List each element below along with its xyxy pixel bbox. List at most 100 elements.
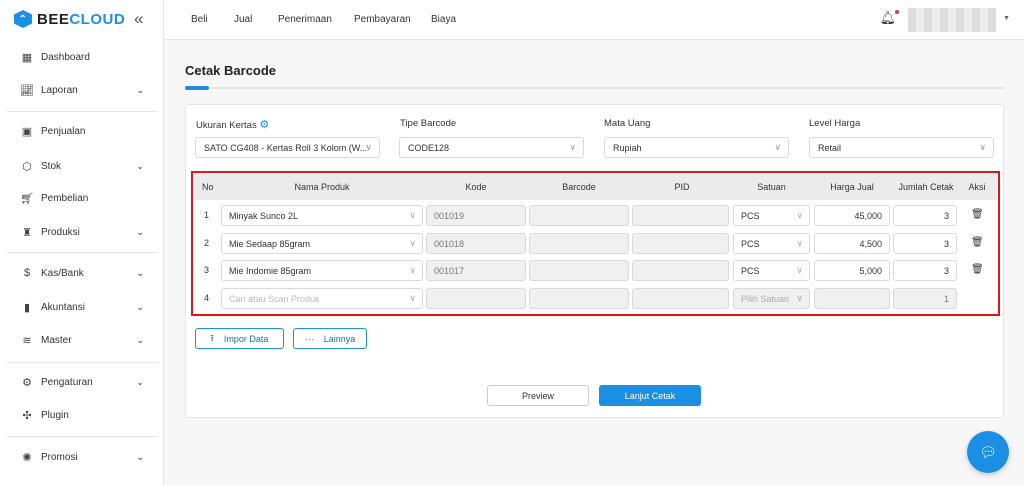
sidebar-item-pengaturan[interactable]: ⚙ Pengaturan ⌄ [0, 370, 164, 394]
preview-button[interactable]: Preview [487, 385, 589, 406]
more-label: Lainnya [323, 333, 356, 344]
grid-icon: ▦ [21, 51, 33, 64]
topnav-pembayaran[interactable]: Pembayaran [354, 14, 411, 25]
sidebar-item-laporan[interactable]: 📈︎ Laporan ⌄ [0, 78, 164, 102]
price-input[interactable]: 4,500 [814, 233, 890, 254]
unit-select[interactable]: PCS ∨ [733, 260, 810, 281]
paper-size-select[interactable]: SATO CG408 - Kertas Roll 3 Kolom (W... ∨ [195, 137, 380, 158]
row-number: 2 [204, 238, 210, 248]
chevron-down-icon: ⌄ [136, 334, 144, 345]
print-qty-input[interactable]: 3 [893, 205, 957, 226]
product-select[interactable]: Mie Sedaap 85gram ∨ [221, 233, 423, 254]
topnav-beli[interactable]: Beli [191, 14, 208, 25]
barcode-type-select[interactable]: CODE128 ∨ [399, 137, 584, 158]
gear-icon: ⚙ [22, 376, 32, 389]
chevron-down-icon: ∨ [796, 293, 803, 303]
logo[interactable]: ⌃ BEE CLOUD [14, 10, 125, 28]
chevron-down-icon: ∨ [409, 238, 416, 248]
sidebar-item-stok[interactable]: ⬡ Stok ⌄ [0, 154, 164, 178]
database-icon: ≋ [22, 334, 32, 347]
th-barcode: Barcode [562, 182, 596, 192]
sidebar-item-label: Master [41, 334, 72, 346]
sidebar-item-promosi[interactable]: ✺ Promosi ⌄ [0, 445, 164, 469]
more-button[interactable]: ··· Lainnya [293, 328, 367, 349]
ellipsis-icon: ··· [304, 333, 314, 344]
shopping-bag-icon: ▣ [21, 125, 33, 138]
qty-value: 3 [943, 210, 949, 221]
sidebar-item-plugin[interactable]: ✣ Plugin [0, 403, 164, 427]
chevron-down-icon: ⌄ [136, 267, 144, 278]
barcode-field [529, 260, 629, 281]
sidebar-item-kasbank[interactable]: $ Kas/Bank ⌄ [0, 261, 164, 285]
import-data-button[interactable]: ⭱ Impor Data [195, 328, 284, 349]
sidebar-item-akuntansi[interactable]: ▮ Akuntansi ⌄ [0, 295, 164, 319]
trash-icon[interactable]: 🗑︎ [971, 264, 984, 275]
chevron-down-icon: ∨ [979, 142, 986, 152]
upload-icon: ⭱ [210, 332, 214, 343]
chevron-down-icon[interactable]: ▼ [1003, 15, 1010, 22]
sidebar-item-dashboard[interactable]: ▦ Dashboard [0, 45, 164, 69]
chevron-down-icon: ⌄ [136, 226, 144, 237]
price-level-select[interactable]: Retail ∨ [809, 137, 994, 158]
currency-select[interactable]: Rupiah ∨ [604, 137, 789, 158]
unit-select[interactable]: Pilih Satuan ∨ [733, 288, 810, 309]
chevron-down-icon: ∨ [774, 142, 781, 152]
sidebar-item-label: Pembelian [41, 192, 89, 204]
product-code: 001019 [434, 210, 465, 221]
chevron-down-icon: ∨ [796, 265, 803, 275]
unit-value: PCS [741, 265, 760, 276]
user-avatar[interactable] [908, 8, 996, 32]
bar-chart-icon: ▮ [23, 301, 31, 314]
trash-icon[interactable]: 🗑︎ [971, 237, 984, 248]
print-qty-input: 1 [893, 288, 957, 309]
page-title: Cetak Barcode [185, 63, 277, 78]
cart-icon: 🛒︎ [20, 192, 34, 205]
barcode-field [529, 288, 629, 309]
cash-icon: $ [23, 267, 31, 279]
th-unit: Satuan [757, 182, 786, 192]
price-input[interactable]: 45,000 [814, 205, 890, 226]
topnav-penerimaan[interactable]: Penerimaan [278, 14, 332, 25]
gear-icon[interactable]: ⚙ [259, 119, 269, 131]
bell-icon[interactable]: 🔔︎ [879, 10, 899, 26]
price-input[interactable]: 5,000 [814, 260, 890, 281]
sidebar-item-penjualan[interactable]: ▣ Penjualan [0, 119, 164, 143]
barcode-type-value: CODE128 [408, 142, 450, 153]
sidebar-item-label: Kas/Bank [41, 267, 84, 279]
unit-select[interactable]: PCS ∨ [733, 233, 810, 254]
product-search-select[interactable]: Cari atau Scan Produk ∨ [221, 288, 423, 309]
product-select[interactable]: Minyak Sunco 2L ∨ [221, 205, 423, 226]
topnav-biaya[interactable]: Biaya [431, 14, 456, 25]
chevron-down-icon: ⌄ [136, 301, 144, 312]
sidebar-item-master[interactable]: ≋ Master ⌄ [0, 328, 164, 352]
sidebar-item-label: Plugin [41, 409, 69, 421]
sidebar-item-pembelian[interactable]: 🛒︎ Pembelian [0, 186, 164, 210]
sidebar-item-label: Laporan [41, 84, 78, 96]
qty-value: 3 [943, 265, 949, 276]
print-qty-input[interactable]: 3 [893, 233, 957, 254]
chevron-down-icon: ∨ [409, 210, 416, 220]
sidebar-item-label: Dashboard [41, 51, 90, 63]
product-select[interactable]: Mie Indomie 85gram ∨ [221, 260, 423, 281]
product-name: Mie Indomie 85gram [229, 265, 312, 276]
sidebar-item-produksi[interactable]: ♜ Produksi ⌄ [0, 220, 164, 244]
row-number: 3 [204, 265, 210, 275]
divider [7, 436, 157, 437]
badge-icon: ✺ [22, 451, 32, 464]
trash-icon[interactable]: 🗑︎ [971, 209, 984, 220]
sidebar-item-label: Produksi [41, 226, 80, 238]
chevron-down-icon: ⌄ [136, 451, 144, 462]
topnav-jual[interactable]: Jual [234, 14, 252, 25]
chat-button[interactable]: 💬︎ [967, 431, 1009, 473]
print-qty-input[interactable]: 3 [893, 260, 957, 281]
code-field: 001018 [426, 233, 526, 254]
price-value: 45,000 [854, 210, 882, 221]
price-level-label: Level Harga [809, 118, 861, 129]
chevron-down-icon: ⌄ [136, 160, 144, 171]
unit-select[interactable]: PCS ∨ [733, 205, 810, 226]
continue-print-button[interactable]: Lanjut Cetak [599, 385, 701, 406]
pid-field [632, 205, 729, 226]
collapse-sidebar-icon[interactable]: « [134, 9, 143, 29]
sidebar-item-label: Penjualan [41, 125, 86, 137]
logo-icon: ⌃ [14, 10, 32, 28]
